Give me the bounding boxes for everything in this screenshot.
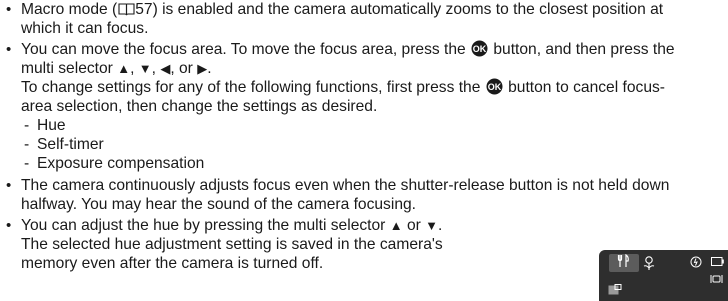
vibration-reduction-icon — [710, 275, 723, 283]
arrow-down-icon: ▼ — [138, 61, 152, 76]
arrow-left-icon: ◀ — [160, 61, 171, 76]
ok-button-icon: OK — [486, 78, 503, 95]
text-line: The camera continuously adjusts focus ev… — [21, 177, 670, 194]
food-scene-icon — [609, 253, 639, 272]
svg-text:OK: OK — [488, 82, 502, 92]
macro-flower-icon — [643, 256, 655, 270]
svg-text:OK: OK — [473, 44, 487, 54]
book-reference-icon — [118, 3, 135, 16]
function-item-hue: Hue — [21, 116, 728, 135]
arrow-down-icon: ▼ — [425, 218, 439, 233]
flash-mode-icon — [690, 256, 702, 268]
function-item-exposure-compensation: Exposure compensation — [21, 154, 728, 173]
text-line: multi selector ▲, ▼, ◀, or ▶. — [21, 60, 212, 77]
text-line: You can move the focus area. To move the… — [21, 40, 675, 58]
arrow-right-icon: ▶ — [197, 61, 208, 76]
text-line: area selection, then change the settings… — [21, 98, 378, 115]
bullet-continuous-focus: The camera continuously adjusts focus ev… — [0, 176, 728, 214]
bullet-focus-area: You can move the focus area. To move the… — [0, 40, 728, 173]
manual-page: Macro mode (57) is enabled and the camer… — [0, 0, 728, 301]
text-line: halfway. You may hear the sound of the c… — [21, 196, 416, 213]
image-size-icon — [608, 284, 622, 295]
battery-icon — [711, 257, 724, 266]
text-line: which it can focus. — [21, 20, 149, 37]
text-line: Macro mode (57) is enabled and the camer… — [21, 1, 664, 18]
text-line: To change settings for any of the follow… — [21, 78, 665, 96]
arrow-up-icon: ▲ — [117, 61, 131, 76]
function-item-self-timer: Self-timer — [21, 135, 728, 154]
page-reference: 57 — [135, 1, 153, 18]
function-list: Hue Self-timer Exposure compensation — [21, 116, 728, 173]
bullet-macro-mode: Macro mode (57) is enabled and the camer… — [0, 0, 728, 38]
bullet-list: Macro mode (57) is enabled and the camer… — [0, 0, 728, 273]
arrow-up-icon: ▲ — [389, 218, 403, 233]
ok-button-icon: OK — [471, 40, 488, 57]
camera-monitor-preview — [599, 250, 728, 301]
text-line: You can adjust the hue by pressing the m… — [21, 217, 443, 234]
